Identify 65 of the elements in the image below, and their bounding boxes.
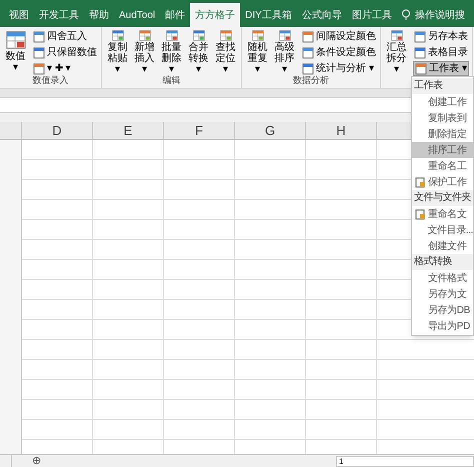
ribbon-tab[interactable]: 帮助 — [84, 3, 114, 27]
menu-item[interactable]: 删除指定 — [412, 126, 473, 142]
menu-item[interactable]: 创建文件 — [412, 238, 473, 254]
ribbon-tab[interactable]: 公式向导 — [296, 3, 347, 27]
search-hint[interactable]: 操作说明搜 — [414, 8, 465, 22]
ribbon-small-button[interactable]: 统计与分析 ▾ — [301, 61, 377, 76]
sheet-icon — [414, 30, 426, 42]
group-label: 数据分析 — [292, 75, 330, 86]
ribbon-tab[interactable]: 邮件 — [160, 3, 190, 27]
sheet-icon — [302, 62, 314, 74]
ribbon-small-button[interactable]: 条件设定颜色 — [301, 45, 377, 60]
ribbon-small-button[interactable]: ▾ ✚ ▾ — [32, 61, 98, 76]
ribbon-small-button[interactable]: 只保留数值 — [32, 45, 98, 60]
ribbon-button[interactable]: 批量删除 ▾ — [159, 29, 184, 75]
menu-item[interactable]: 重命名工 — [412, 158, 473, 174]
menu-item[interactable]: 另存为文 — [412, 286, 473, 302]
sheet-icon — [33, 46, 45, 58]
menu-item[interactable]: 保护工作 — [412, 174, 473, 190]
ribbon-tab[interactable]: 方方格子 — [190, 3, 240, 27]
menu-item[interactable]: 导出为PD — [412, 318, 473, 334]
column-header[interactable]: F — [164, 122, 235, 139]
column-header[interactable]: D — [22, 122, 93, 139]
ribbon-button[interactable]: 高级排序 ▾ — [272, 29, 297, 75]
menu-item[interactable]: 文件格式 — [412, 270, 473, 286]
ribbon-tab[interactable]: 图片工具 — [346, 3, 397, 27]
column-header[interactable]: G — [235, 122, 306, 139]
ribbon-small-button[interactable]: 工作表 ▾ — [413, 61, 469, 76]
menu-item[interactable]: 排序工作 — [412, 142, 473, 158]
menu-item[interactable]: 创建工作 — [412, 94, 473, 110]
document-icon — [414, 208, 426, 220]
ribbon-button[interactable]: 合并转换 ▾ — [186, 29, 211, 75]
sheet-icon — [33, 30, 45, 42]
ribbon-small-button[interactable]: 四舍五入 — [32, 29, 98, 44]
menu-item[interactable]: 文件目录... — [412, 222, 473, 238]
horizontal-scrollbar[interactable]: 1 — [336, 456, 474, 466]
ribbon-button[interactable]: 随机重复 ▾ — [245, 29, 270, 75]
column-header[interactable]: E — [93, 122, 164, 139]
ribbon-button[interactable]: 汇总拆分 ▾ — [384, 29, 409, 75]
ribbon-button[interactable]: 数值 ▾ — [3, 29, 28, 75]
menu-item[interactable]: 复制表到 — [412, 110, 473, 126]
group-label: 编辑 — [162, 75, 182, 86]
sheet-icon — [302, 46, 314, 58]
ribbon-tab[interactable]: DIY工具箱 — [240, 3, 297, 27]
menu-item[interactable]: 重命名文 — [412, 206, 473, 222]
ribbon-tab[interactable]: AudTool — [114, 3, 160, 27]
ribbon-small-button[interactable]: 间隔设定颜色 — [301, 29, 377, 44]
sheet-icon — [414, 46, 426, 58]
document-icon — [414, 176, 426, 188]
ribbon-button[interactable]: 复制粘贴 ▾ — [105, 29, 130, 75]
column-header[interactable]: H — [306, 122, 377, 139]
add-sheet-button[interactable]: ⊕ — [32, 455, 41, 467]
ribbon-small-button[interactable]: 另存本表 — [413, 29, 469, 44]
ribbon-button[interactable]: 查找定位 ▾ — [213, 29, 238, 75]
group-label: 数值录入 — [32, 75, 70, 86]
menu-section-header: 文件与文件夹 — [412, 190, 473, 206]
sheet-icon — [33, 62, 45, 74]
ribbon-tab[interactable]: 视图 — [4, 3, 34, 27]
sheet-icon — [302, 30, 314, 42]
menu-item[interactable]: 另存为DB — [412, 302, 473, 318]
ribbon-small-button[interactable]: 表格目录 — [413, 45, 469, 60]
ribbon-tab[interactable]: 开发工具 — [34, 3, 84, 27]
menu-section-header: 格式转换 — [412, 254, 473, 270]
menu-section-header: 工作表 — [412, 78, 473, 94]
ribbon-button[interactable]: 新增插入 ▾ — [132, 29, 157, 75]
lightbulb-icon — [400, 9, 411, 21]
